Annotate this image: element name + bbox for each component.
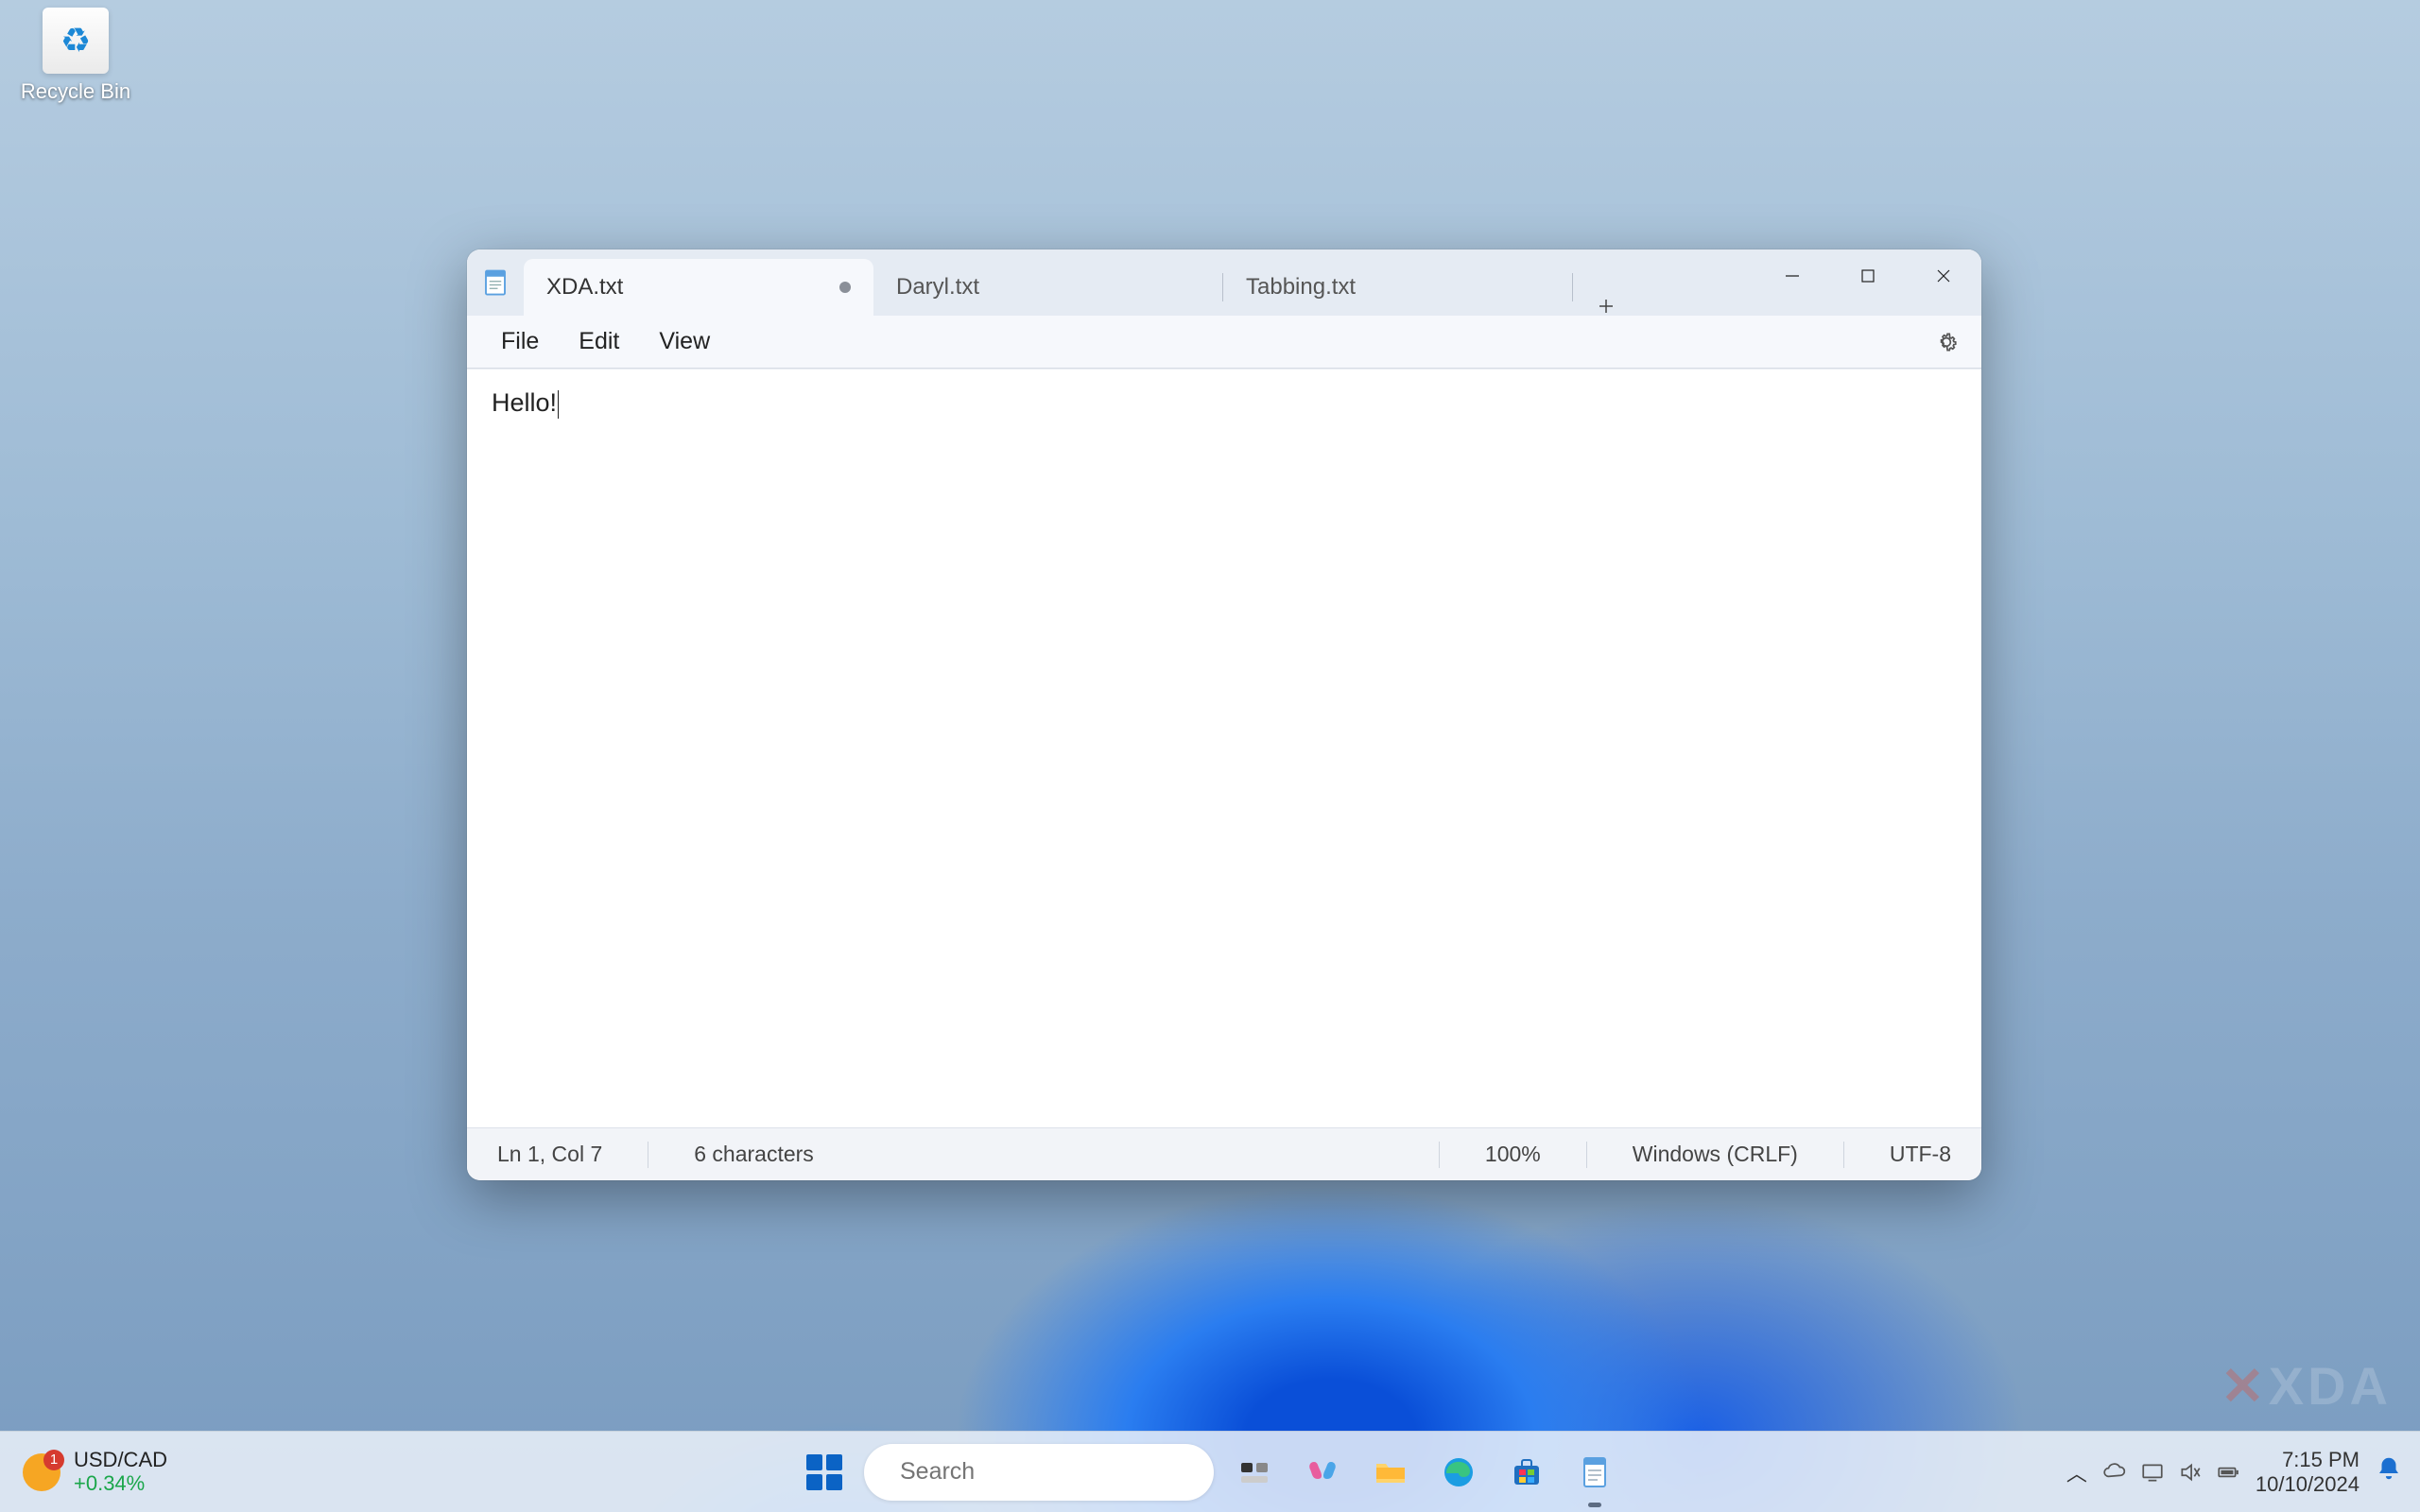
display-icon[interactable]: [2140, 1460, 2165, 1485]
titlebar[interactable]: XDA.txt Daryl.txt Tabbing.txt: [467, 249, 1981, 316]
status-encoding[interactable]: UTF-8: [1886, 1142, 1955, 1167]
widget-icon: [23, 1453, 60, 1491]
taskbar-notepad[interactable]: [1567, 1445, 1622, 1500]
taskbar-time: 7:15 PM: [2282, 1448, 2360, 1471]
task-view-button[interactable]: [1227, 1445, 1282, 1500]
tab-xda[interactable]: XDA.txt: [524, 259, 873, 316]
editor-content: Hello!: [492, 388, 557, 417]
taskbar-explorer[interactable]: [1363, 1445, 1418, 1500]
text-cursor: [558, 390, 559, 419]
search-input[interactable]: [900, 1458, 1204, 1486]
taskbar: USD/CAD +0.34%: [0, 1431, 2420, 1512]
copilot-icon: [1305, 1454, 1340, 1490]
statusbar: Ln 1, Col 7 6 characters 100% Windows (C…: [467, 1127, 1981, 1180]
notification-icon[interactable]: [2375, 1454, 2403, 1489]
folder-icon: [1373, 1454, 1409, 1490]
tray-chevron-icon[interactable]: ︿: [2066, 1457, 2087, 1487]
tab-daryl[interactable]: Daryl.txt: [873, 259, 1223, 316]
watermark: ✕XDA: [2221, 1355, 2392, 1418]
notepad-window: XDA.txt Daryl.txt Tabbing.txt: [467, 249, 1981, 1180]
taskbar-center: [798, 1444, 1622, 1501]
taskbar-store[interactable]: [1499, 1445, 1554, 1500]
system-tray[interactable]: [2102, 1460, 2240, 1485]
start-button[interactable]: [798, 1446, 851, 1499]
widget-symbol: USD/CAD: [74, 1449, 167, 1471]
task-view-icon: [1237, 1455, 1271, 1489]
tab-label: Tabbing.txt: [1246, 274, 1356, 301]
windows-logo-icon: [806, 1454, 842, 1490]
taskbar-right: ︿ 7:15 PM 10/10/2024: [2066, 1432, 2403, 1512]
status-position: Ln 1, Col 7: [493, 1142, 606, 1167]
tab-label: XDA.txt: [546, 274, 623, 301]
menu-file[interactable]: File: [484, 320, 556, 363]
taskbar-copilot[interactable]: [1295, 1445, 1350, 1500]
taskbar-edge[interactable]: [1431, 1445, 1486, 1500]
battery-icon[interactable]: [2216, 1460, 2240, 1485]
status-chars: 6 characters: [690, 1142, 818, 1167]
window-controls: [1754, 249, 1981, 316]
taskbar-search[interactable]: [864, 1444, 1214, 1501]
desktop: Recycle Bin XDA.txt Daryl.txt Tabbing.tx…: [0, 0, 2420, 1512]
status-line-ending[interactable]: Windows (CRLF): [1629, 1142, 1802, 1167]
maximize-button[interactable]: [1830, 249, 1906, 302]
tab-strip: XDA.txt Daryl.txt Tabbing.txt: [524, 249, 1754, 316]
unsaved-indicator-icon: [839, 282, 851, 293]
onedrive-icon[interactable]: [2102, 1460, 2127, 1485]
gear-icon: [1934, 330, 1959, 354]
settings-button[interactable]: [1928, 324, 1964, 360]
store-icon: [1509, 1454, 1545, 1490]
status-zoom[interactable]: 100%: [1481, 1142, 1545, 1167]
widget-stock: USD/CAD +0.34%: [74, 1449, 167, 1494]
menu-edit[interactable]: Edit: [562, 320, 636, 363]
taskbar-datetime[interactable]: 7:15 PM 10/10/2024: [2256, 1448, 2360, 1496]
close-button[interactable]: [1906, 249, 1981, 302]
edge-icon: [1441, 1454, 1477, 1490]
recycle-bin[interactable]: Recycle Bin: [19, 8, 132, 104]
new-tab-button[interactable]: [1573, 297, 1639, 316]
minimize-button[interactable]: [1754, 249, 1830, 302]
volume-icon[interactable]: [2178, 1460, 2203, 1485]
taskbar-date: 10/10/2024: [2256, 1472, 2360, 1496]
text-editor[interactable]: Hello!: [467, 369, 1981, 1127]
tab-divider: [1572, 273, 1573, 301]
taskbar-widgets[interactable]: USD/CAD +0.34%: [23, 1432, 167, 1512]
notepad-icon: [1577, 1454, 1613, 1490]
menu-view[interactable]: View: [642, 320, 727, 363]
recycle-bin-label: Recycle Bin: [19, 79, 132, 104]
menubar: File Edit View: [467, 316, 1981, 369]
tab-tabbing[interactable]: Tabbing.txt: [1223, 259, 1573, 316]
widget-change: +0.34%: [74, 1472, 167, 1495]
recycle-bin-icon: [43, 8, 109, 74]
tab-label: Daryl.txt: [896, 274, 979, 301]
notepad-app-icon: [467, 249, 524, 316]
